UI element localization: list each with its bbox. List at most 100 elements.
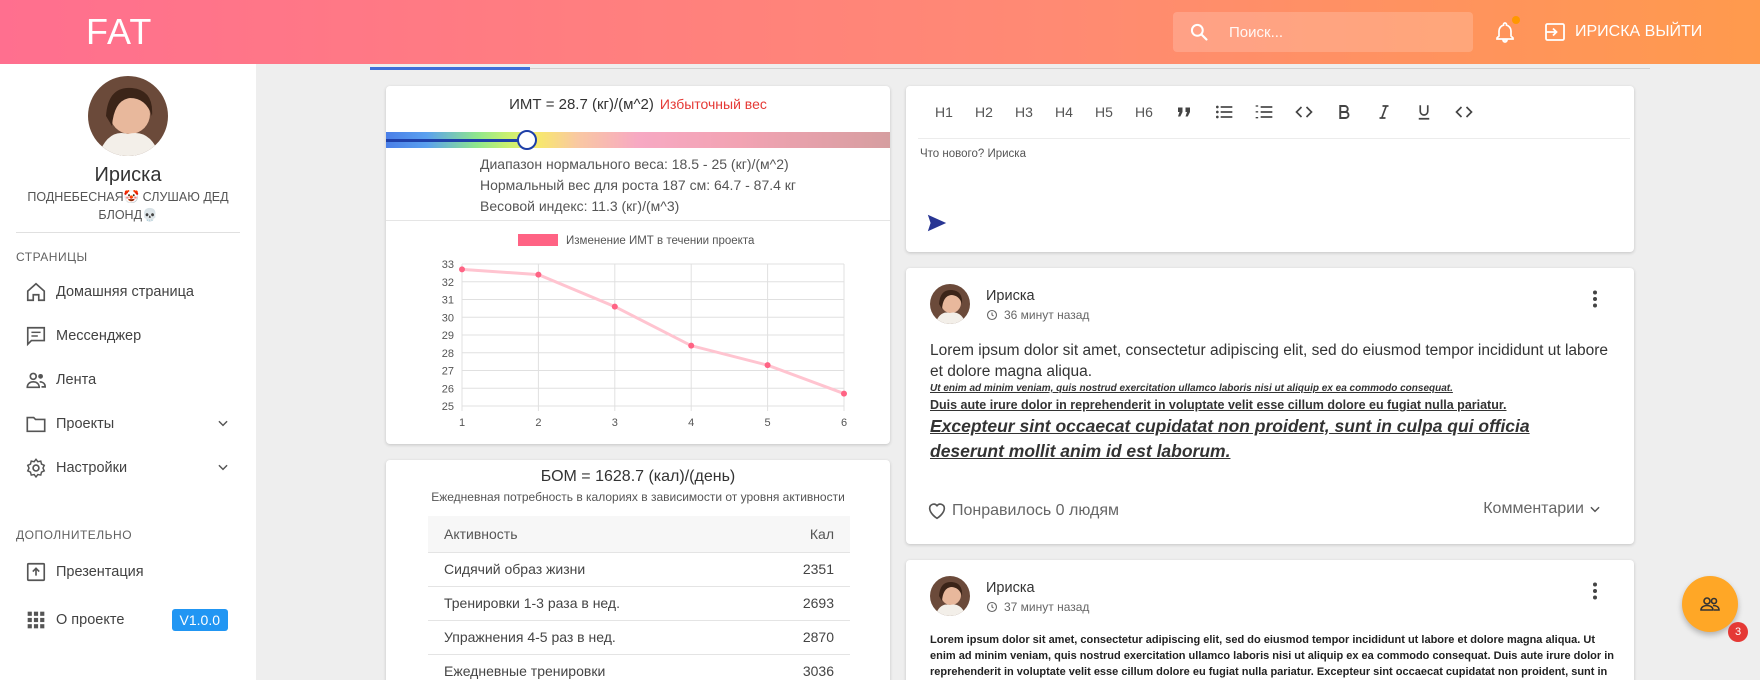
fab-badge: 3 (1728, 622, 1748, 642)
avatar[interactable] (930, 576, 970, 616)
table-row: Ежедневные тренировки 3036 (428, 654, 850, 680)
brand-logo[interactable]: FAT (86, 11, 152, 53)
kcal-cell: 2693 (751, 586, 850, 621)
h5-button[interactable]: H5 (1084, 100, 1124, 124)
comments-label: Комментарии (1483, 500, 1584, 517)
sidebar-item-label: Лента (56, 372, 97, 388)
divider (16, 232, 240, 233)
x-tick-label: 4 (688, 417, 694, 429)
bmr-subtitle: Ежедневная потребность в калориях в зави… (431, 490, 845, 504)
logout-button[interactable]: ИРИСКА ВЫЙТИ (1543, 18, 1702, 46)
bmr-table: Активность Кал Сидячий образ жизни 2351 Т… (428, 516, 850, 680)
activity-cell: Тренировки 1-3 раза в нед. (428, 586, 752, 621)
chevron-down-icon (218, 420, 228, 427)
series-line (461, 267, 845, 395)
sidebar-item-settings[interactable]: Настройки (0, 448, 256, 488)
activity-cell: Упражнения 4-5 раз в нед. (428, 620, 752, 655)
column-header-activity[interactable]: Активность (428, 516, 752, 553)
sidebar-item-presentation[interactable]: Презентация (0, 552, 256, 592)
gear-icon (26, 458, 46, 479)
search-input[interactable] (1229, 12, 1459, 52)
sidebar-item-projects[interactable]: Проекты (0, 404, 256, 444)
post-paragraph: Lorem ipsum dolor sit amet, consectetur … (930, 342, 1609, 380)
italic-button[interactable] (1364, 100, 1404, 124)
data-point (841, 390, 847, 397)
more-vert-icon[interactable] (1592, 290, 1598, 308)
like-button[interactable]: Понравилось 0 людям (926, 500, 1119, 522)
sidebar-item-messenger[interactable]: Мессенджер (0, 316, 256, 356)
underline-button[interactable] (1404, 100, 1444, 124)
h2-button[interactable]: H2 (964, 100, 1004, 124)
h3-button[interactable]: H3 (1004, 100, 1044, 124)
bmi-value: ИМТ = 28.7 (кг)/(м^2) (509, 96, 654, 113)
blockquote-button[interactable] (1164, 100, 1204, 124)
bmr-card: БОМ = 1628.7 (кал)/(день) Ежедневная пот… (386, 460, 890, 680)
ordered-list-icon (1255, 105, 1273, 119)
h4-button[interactable]: H4 (1044, 100, 1084, 124)
underline-icon (1418, 105, 1430, 120)
bmi-status: Избыточный вес (659, 96, 767, 112)
legend-label: Изменение ИМТ в течении проекта (566, 235, 755, 247)
y-tick-label: 33 (442, 259, 454, 271)
sidebar-item-label: Презентация (56, 564, 144, 580)
section-extra-header: ДОПОЛНИТЕЛЬНО (16, 528, 133, 542)
avatar[interactable] (88, 76, 168, 156)
editor-toolbar: H1 H2 H3 H4 H5 H6 (924, 100, 1484, 124)
heart-icon (928, 503, 946, 520)
presentation-icon (26, 562, 46, 582)
people-icon (1700, 597, 1720, 611)
post-time-label: 37 минут назад (1004, 600, 1090, 614)
comments-toggle[interactable]: Комментарии (1483, 500, 1602, 518)
contacts-fab[interactable] (1682, 576, 1738, 632)
sidebar-item-label: Мессенджер (56, 328, 142, 344)
y-tick-label: 29 (442, 330, 454, 342)
column-header-kcal[interactable]: Кал (751, 516, 850, 553)
post-editor-card: H1 H2 H3 H4 H5 H6 Что нового? Ириска (906, 86, 1634, 252)
bullet-list-icon (1216, 105, 1233, 119)
h1-button[interactable]: H1 (924, 100, 964, 124)
home-icon (26, 282, 46, 302)
data-point (459, 266, 465, 273)
search-box[interactable] (1173, 12, 1473, 52)
post-author[interactable]: Ириска (986, 288, 1035, 304)
tabs-underline (370, 68, 1650, 69)
profile-name: Ириска (94, 164, 162, 186)
bold-button[interactable] (1324, 100, 1364, 124)
activity-cell: Ежедневные тренировки (428, 654, 752, 680)
data-point (611, 303, 618, 310)
bold-icon (1339, 105, 1350, 119)
table-row: Сидячий образ жизни 2351 (428, 552, 850, 587)
bullet-list-button[interactable] (1204, 100, 1244, 124)
ordered-list-button[interactable] (1244, 100, 1284, 124)
bmi-chart: Изменение ИМТ в течении проекта252627282… (442, 234, 847, 429)
tab-active-indicator (370, 67, 530, 70)
divider (386, 220, 890, 221)
sidebar-item-home[interactable]: Домашняя страница (0, 272, 256, 312)
sidebar-item-feed[interactable]: Лента (0, 360, 256, 400)
post-author[interactable]: Ириска (986, 580, 1035, 596)
h6-button[interactable]: H6 (1124, 100, 1164, 124)
post-body: Lorem ipsum dolor sit amet, consectetur … (930, 340, 1610, 464)
post-card: Ириска 36 минут назад Lorem ipsum dolor … (906, 268, 1634, 544)
bmi-slider-thumb[interactable] (517, 130, 537, 150)
avatar[interactable] (930, 284, 970, 324)
bmr-title: БОМ = 1628.7 (кал)/(день) (540, 468, 736, 485)
x-tick-label: 3 (612, 417, 618, 429)
send-icon[interactable] (926, 212, 948, 234)
code-button[interactable] (1284, 100, 1324, 124)
y-tick-label: 26 (442, 383, 454, 395)
sidebar-item-about[interactable]: О проекте V1.0.0 (0, 600, 256, 640)
y-tick-label: 31 (442, 295, 454, 307)
activity-cell: Сидячий образ жизни (428, 552, 752, 587)
folder-icon (26, 416, 46, 433)
table-row: Тренировки 1-3 раза в нед. 2693 (428, 586, 850, 621)
code-block-button[interactable] (1444, 100, 1484, 124)
kcal-cell: 2351 (751, 552, 850, 587)
post-input[interactable]: Что нового? Ириска (920, 148, 1026, 160)
post-paragraph: Duis aute irure dolor in reprehenderit i… (930, 398, 1507, 412)
post-paragraph: Excepteur sint occaecat cupidatat non pr… (930, 416, 1530, 461)
people-icon (26, 372, 46, 389)
chevron-down-icon (1590, 506, 1600, 513)
quote-icon (1178, 107, 1190, 117)
more-vert-icon[interactable] (1592, 582, 1598, 600)
